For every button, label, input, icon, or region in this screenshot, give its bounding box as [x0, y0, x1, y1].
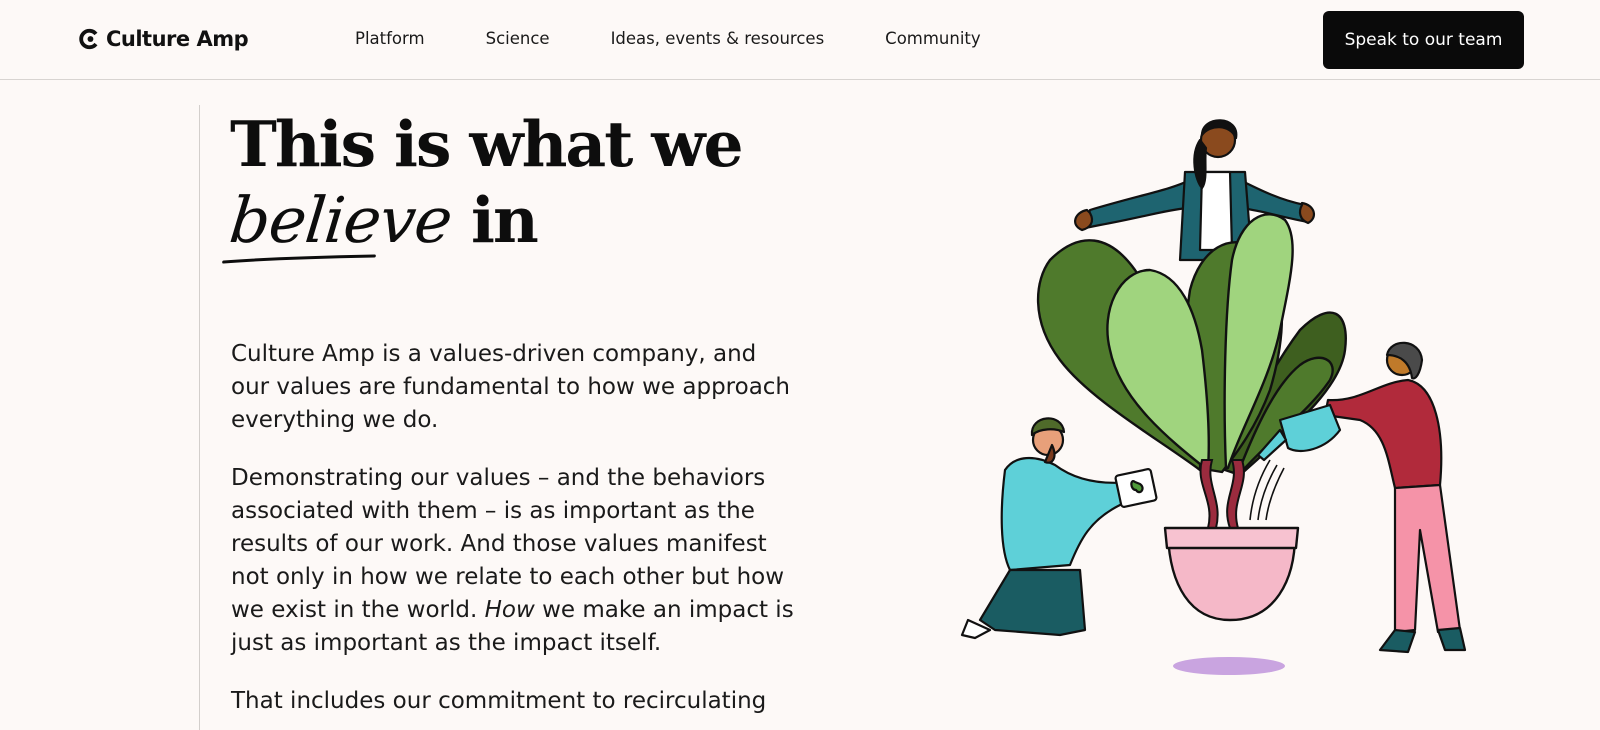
page-title: This is what we believe in: [222, 106, 850, 264]
pot-shadow: [1173, 657, 1285, 675]
paragraph-1: Culture Amp is a values-driven company, …: [231, 341, 791, 433]
headline-script-text: believe: [226, 184, 455, 257]
kneeling-man-figure: [960, 417, 1158, 640]
site-header: Culture Amp Platform Science Ideas, even…: [0, 0, 1600, 80]
culture-amp-logo-icon: [79, 28, 98, 50]
headline-end: in: [451, 183, 539, 257]
nav-item-community[interactable]: Community: [885, 29, 981, 48]
values-intro: Culture Amp is a values-driven company, …: [231, 338, 796, 730]
nav-item-ideas-events-resources[interactable]: Ideas, events & resources: [611, 29, 825, 48]
main-nav: Platform Science Ideas, events & resourc…: [355, 29, 1042, 48]
paragraph-2-emphasis: How: [484, 597, 535, 623]
water-streams: [1249, 459, 1285, 521]
brand-name: Culture Amp: [106, 27, 249, 51]
brand-logo[interactable]: Culture Amp: [79, 27, 249, 51]
handdrawn-underline: [222, 254, 376, 264]
content-divider: [199, 105, 200, 730]
nav-item-platform[interactable]: Platform: [355, 29, 425, 48]
headline-script-word: believe: [222, 183, 455, 264]
speak-to-our-team-button[interactable]: Speak to our team: [1323, 11, 1524, 69]
nav-item-science[interactable]: Science: [486, 29, 550, 48]
paragraph-3: That includes our commitment to recircul…: [231, 688, 767, 714]
plant-illustration: [960, 119, 1467, 675]
flower-pot: [1163, 526, 1300, 622]
headline-line-1: This is what we: [230, 107, 744, 181]
paragraph-2: Demonstrating our values – and the behav…: [231, 462, 796, 660]
